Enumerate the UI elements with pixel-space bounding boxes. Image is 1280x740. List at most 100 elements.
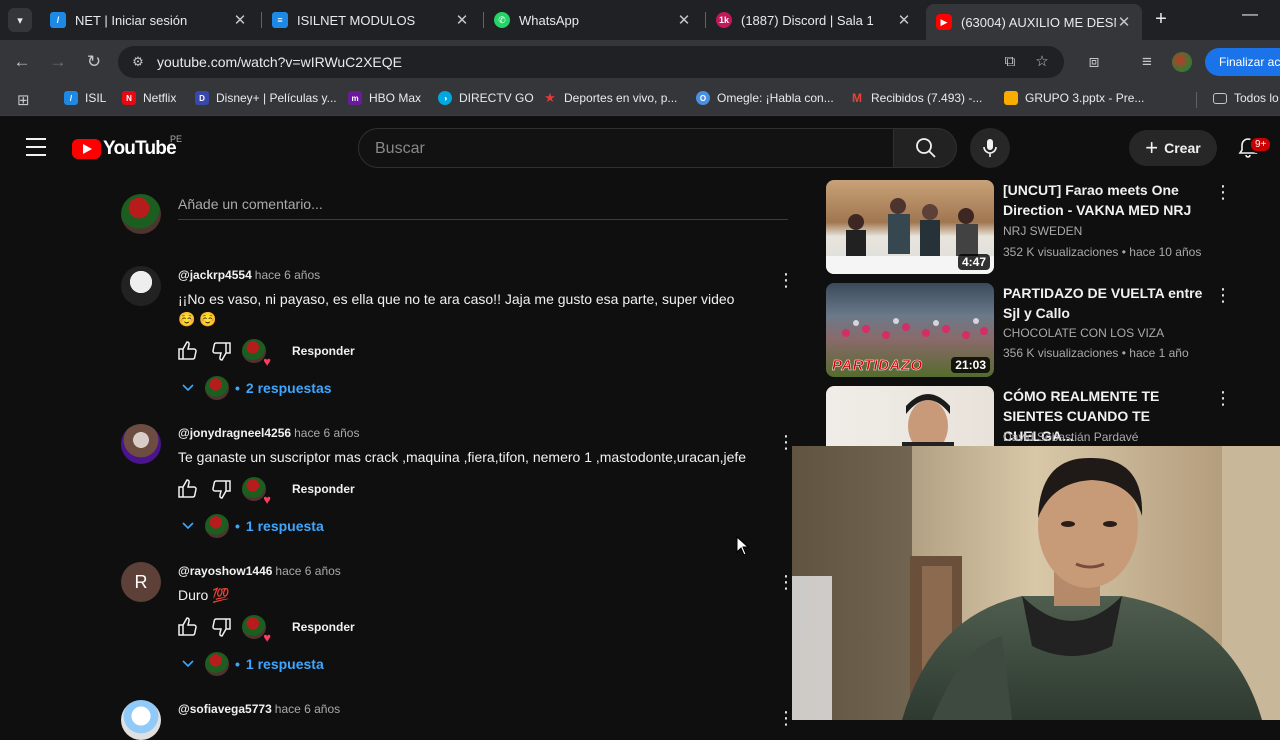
video-thumbnail[interactable]: 4:47: [826, 180, 994, 274]
video-meta: 356 K visualizaciones • hace 1 año: [1003, 346, 1189, 360]
channel-name[interactable]: David Sebastián Pardavé: [1003, 430, 1138, 444]
comment-author[interactable]: @jonydragneel4256: [178, 426, 291, 440]
more-vert-icon[interactable]: ⋮: [1214, 388, 1232, 409]
related-video[interactable]: CÓMO REALMENTE TE SIENTES CUANDO TE CUEL…: [826, 386, 1246, 446]
bookmark-star-icon[interactable]: ☆: [1032, 52, 1052, 72]
finalizar-button[interactable]: Finalizar act: [1205, 48, 1280, 76]
thumb-up-icon[interactable]: [176, 477, 200, 501]
bookmark-isil[interactable]: / ISIL: [64, 91, 106, 105]
thumb-up-icon[interactable]: [176, 615, 200, 639]
url-text[interactable]: youtube.com/watch?v=wIRWuC2XEQE: [157, 54, 402, 70]
arrow-left-icon: ←: [13, 52, 31, 71]
comment-time[interactable]: hace 6 años: [275, 702, 340, 716]
bookmark-slides[interactable]: GRUPO 3.pptx - Pre...: [1004, 91, 1144, 105]
comment-author[interactable]: @sofiavega5773: [178, 702, 272, 716]
replies-toggle[interactable]: • 1 respuesta: [181, 652, 324, 676]
bookmark-omegle[interactable]: O Omegle: ¡Habla con...: [696, 91, 834, 105]
search-button[interactable]: [893, 128, 957, 168]
more-vert-icon[interactable]: ⋮: [777, 270, 795, 290]
voice-search-button[interactable]: [970, 128, 1010, 168]
close-icon[interactable]: ✕: [1116, 13, 1132, 31]
bookmark-netflix[interactable]: N Netflix: [122, 91, 176, 105]
reply-button[interactable]: Responder: [292, 344, 355, 358]
close-icon[interactable]: ✕: [676, 11, 692, 29]
avatar[interactable]: R: [121, 562, 161, 602]
address-bar[interactable]: ⚙ youtube.com/watch?v=wIRWuC2XEQE ⧉ ☆: [118, 46, 1064, 78]
video-thumbnail[interactable]: PARTIDAZO 21:03: [826, 283, 994, 377]
apps-grid-icon[interactable]: ⊞: [17, 91, 30, 109]
add-comment-input[interactable]: Añade un comentario...: [178, 196, 788, 220]
youtube-logo[interactable]: YouTube PE: [72, 134, 182, 160]
youtube-play-icon: [72, 139, 101, 159]
puzzle-icon: ⧈: [1088, 52, 1100, 71]
thumb-down-icon[interactable]: [209, 339, 233, 363]
search-input[interactable]: Buscar: [358, 128, 894, 168]
install-app-icon[interactable]: ⧉: [1000, 52, 1020, 72]
more-vert-icon[interactable]: ⋮: [1214, 285, 1232, 306]
more-vert-icon[interactable]: ⋮: [1214, 182, 1232, 203]
video-title[interactable]: [UNCUT] Farao meets One Direction - VAKN…: [1003, 180, 1213, 220]
replies-toggle[interactable]: • 2 respuestas: [181, 376, 332, 400]
isil-icon: /: [50, 12, 66, 28]
avatar[interactable]: [121, 700, 161, 740]
minimize-button[interactable]: —: [1242, 6, 1258, 24]
comment-time[interactable]: hace 6 años: [294, 426, 359, 440]
tab-strip: ▾ / NET | Iniciar sesión ✕ ≡ ISILNET MOD…: [0, 0, 1280, 40]
comment-item: @jackrp4554 hace 6 años ¡¡No es vaso, ni …: [121, 266, 801, 406]
thumb-up-icon[interactable]: [176, 339, 200, 363]
tab-0[interactable]: / NET | Iniciar sesión ✕: [40, 4, 258, 36]
site-settings-icon[interactable]: ⚙: [128, 52, 148, 72]
forward-button[interactable]: →: [46, 50, 70, 74]
menu-icon[interactable]: [24, 138, 48, 158]
extensions-button[interactable]: ⧈: [1082, 50, 1106, 74]
channel-name[interactable]: CHOCOLATE CON LOS VIZA: [1003, 326, 1164, 340]
close-icon[interactable]: ✕: [232, 11, 248, 29]
comment-time[interactable]: hace 6 años: [255, 268, 320, 282]
reload-button[interactable]: ↻: [82, 50, 106, 74]
more-vert-icon[interactable]: ⋮: [777, 708, 795, 728]
youtube-header: YouTube PE Buscar + Crear: [0, 116, 1280, 180]
comment-time[interactable]: hace 6 años: [275, 564, 340, 578]
thumb-down-icon[interactable]: [209, 615, 233, 639]
tab-1[interactable]: ≡ ISILNET MODULOS ✕: [262, 4, 480, 36]
comment-item: @sofiavega5773 hace 6 años ⋮: [121, 700, 801, 740]
bookmark-directv[interactable]: ◑ DIRECTV GO: [438, 91, 534, 105]
avatar[interactable]: [121, 424, 161, 464]
channel-name[interactable]: NRJ SWEDEN: [1003, 224, 1082, 238]
related-video[interactable]: PARTIDAZO 21:03 PARTIDAZO DE VUELTA entr…: [826, 283, 1246, 377]
discord-icon: 1k: [716, 12, 732, 28]
reply-button[interactable]: Responder: [292, 620, 355, 634]
comment-actions: Responder: [176, 339, 355, 369]
comment-author[interactable]: @jackrp4554: [178, 268, 252, 282]
bookmark-gmail[interactable]: M Recibidos (7.493) -...: [850, 91, 982, 105]
close-icon[interactable]: ✕: [454, 11, 470, 29]
thumb-down-icon[interactable]: [209, 477, 233, 501]
more-vert-icon[interactable]: ⋮: [777, 432, 795, 452]
bookmark-disney[interactable]: D Disney+ | Películas y...: [195, 91, 337, 105]
bookmark-hbo[interactable]: m HBO Max: [348, 91, 421, 105]
avatar[interactable]: [121, 266, 161, 306]
create-button[interactable]: + Crear: [1129, 130, 1217, 166]
comment-author[interactable]: @rayoshow1446: [178, 564, 272, 578]
mouse-cursor-icon: [736, 536, 750, 556]
new-tab-button[interactable]: +: [1150, 8, 1172, 30]
back-button[interactable]: ←: [10, 50, 34, 74]
video-title[interactable]: PARTIDAZO DE VUELTA entre Sjl y Callo: [1003, 283, 1213, 323]
profile-avatar[interactable]: [1172, 52, 1192, 72]
tab-search-button[interactable]: ▾: [8, 8, 32, 32]
tab-4-active[interactable]: ▶ (63004) AUXILIO ME DESMA ✕: [926, 4, 1142, 40]
playlist-icon: ≡: [1142, 52, 1152, 71]
bookmark-all[interactable]: Todos lo: [1213, 91, 1279, 105]
media-controls-button[interactable]: ≡: [1135, 50, 1159, 74]
tab-3[interactable]: 1k (1887) Discord | Sala 1 ✕: [706, 4, 922, 36]
related-video[interactable]: 4:47 [UNCUT] Farao meets One Direction -…: [826, 180, 1246, 274]
video-duration: 4:47: [957, 254, 990, 270]
replies-toggle[interactable]: • 1 respuesta: [181, 514, 324, 538]
tab-2[interactable]: ✆ WhatsApp ✕: [484, 4, 702, 36]
more-vert-icon[interactable]: ⋮: [777, 572, 795, 592]
bookmark-deportes[interactable]: ★ Deportes en vivo, p...: [543, 90, 677, 105]
comment-item: @jonydragneel4256 hace 6 años Te ganaste …: [121, 424, 801, 544]
reply-button[interactable]: Responder: [292, 482, 355, 496]
video-thumbnail[interactable]: [826, 386, 994, 446]
close-icon[interactable]: ✕: [896, 11, 912, 29]
